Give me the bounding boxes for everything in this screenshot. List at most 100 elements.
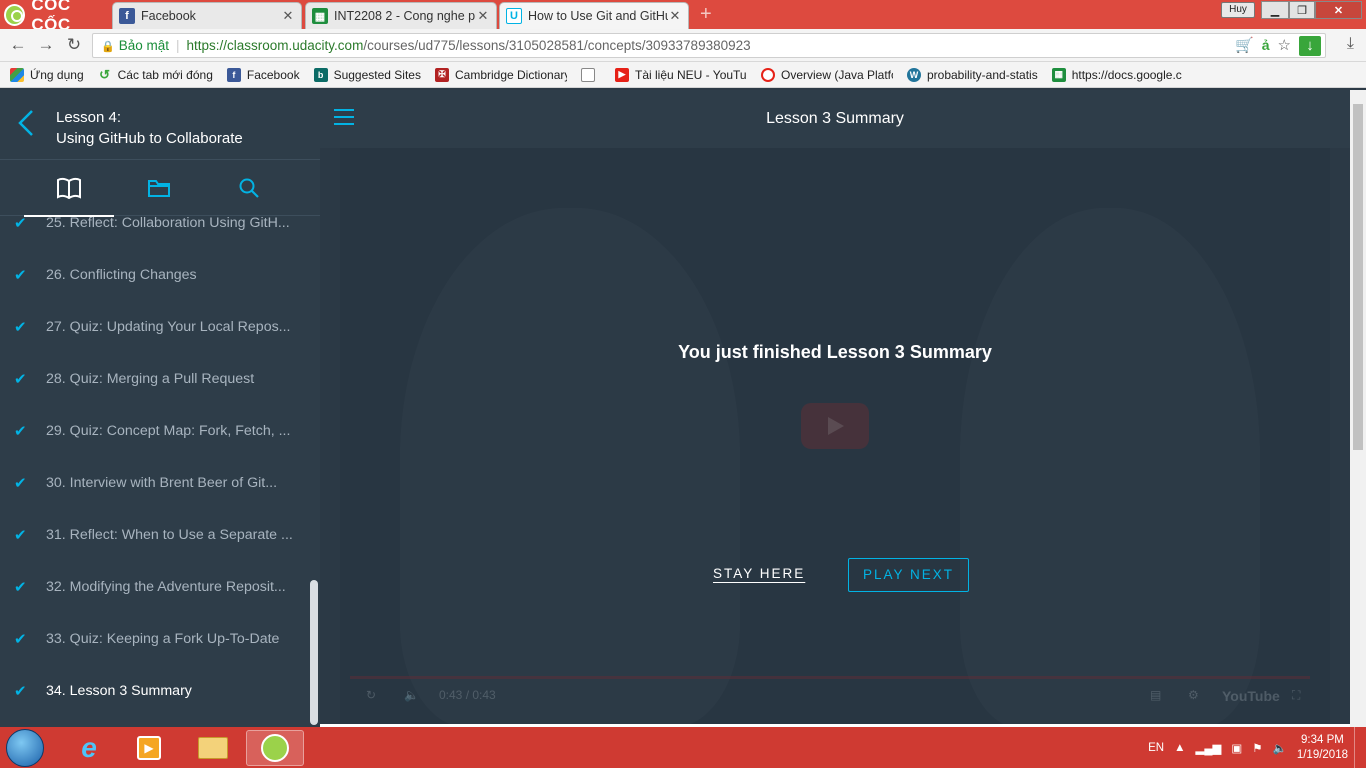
internet-explorer-icon: e xyxy=(81,732,97,763)
signal-icon[interactable]: ▂▄▆ xyxy=(1195,741,1221,755)
replay-icon[interactable]: ↻ xyxy=(366,688,376,702)
download-icon[interactable]: ↓ xyxy=(1299,35,1321,56)
tray-expand-icon[interactable]: ▲ xyxy=(1174,742,1185,754)
list-item[interactable]: ✔ 33. Quiz: Keeping a Fork Up-To-Date xyxy=(0,613,310,665)
forward-arrow-icon[interactable]: → xyxy=(35,35,57,55)
list-item[interactable]: ✔ 26. Conflicting Changes xyxy=(0,249,310,301)
show-desktop-button[interactable] xyxy=(1354,727,1366,768)
check-icon: ✔ xyxy=(14,631,27,648)
bookmark-youtube[interactable]: ▶Tài liệu NEU - YouTube xyxy=(614,67,747,82)
bookmark-oracle[interactable]: Overview (Java Platfo xyxy=(760,67,893,82)
finished-message: You just finished Lesson 3 Summary xyxy=(678,342,992,362)
bookmark-facebook[interactable]: f Facebook xyxy=(226,67,300,82)
clock[interactable]: 9:34 PM 1/19/2018 xyxy=(1297,733,1348,763)
clock-date: 1/19/2018 xyxy=(1296,748,1348,761)
secure-label: Bảo mật xyxy=(118,38,169,53)
tab-concepts[interactable] xyxy=(24,160,114,217)
youtube-logo[interactable]: YouTube xyxy=(1222,688,1280,704)
back-arrow-icon[interactable]: ← xyxy=(7,35,29,55)
bookmark-suggested-sites[interactable]: b Suggested Sites xyxy=(313,67,421,82)
lock-icon: 🔒 xyxy=(101,41,115,53)
classroom-main: Lesson 3 Summary You just finished Lesso… xyxy=(320,90,1350,727)
apps-icon xyxy=(10,67,24,82)
stay-here-button[interactable]: STAY HERE xyxy=(713,566,805,581)
menu-icon[interactable] xyxy=(334,109,354,125)
sidebar-scrollbar[interactable] xyxy=(310,580,318,725)
bookmarks-bar: Ứng dụng ↺ Các tab mới đóng f Facebook b Su… xyxy=(0,62,1366,88)
taskbar-explorer[interactable] xyxy=(184,730,242,766)
window-close-button[interactable]: ✕ xyxy=(1315,1,1362,19)
list-item[interactable]: ✔ 25. Reflect: Collaboration Using GitH..… xyxy=(0,217,310,249)
taskbar-coccoc[interactable] xyxy=(246,730,304,766)
page-scrollbar[interactable] xyxy=(1350,90,1366,727)
browser-logo[interactable]: CỐC CỐC xyxy=(0,0,112,34)
scrollbar-thumb[interactable] xyxy=(1353,104,1363,450)
video-progress-bar[interactable] xyxy=(350,676,1310,679)
list-item[interactable]: ✔ 28. Quiz: Merging a Pull Request xyxy=(0,353,310,405)
media-player-icon: ▶ xyxy=(137,736,161,760)
volume-icon[interactable]: 🔈 xyxy=(404,688,419,702)
language-indicator[interactable]: EN xyxy=(1148,742,1164,754)
search-icon xyxy=(239,178,259,198)
device-icon[interactable]: ▣ xyxy=(1231,741,1242,755)
windows-start-button[interactable] xyxy=(6,729,44,767)
bookmark-apps[interactable]: Ứng dụng xyxy=(10,67,84,82)
tab-resources[interactable] xyxy=(114,160,204,216)
close-icon[interactable]: ✕ xyxy=(281,8,295,24)
tab-title: INT2208 2 - Cong nghe ph xyxy=(334,9,476,23)
tab-udacity[interactable]: U How to Use Git and GitHu ✕ xyxy=(499,2,689,29)
flag-icon[interactable]: ⚑ xyxy=(1252,741,1262,755)
taskbar-media-player[interactable]: ▶ xyxy=(120,730,178,766)
bookmark-star-icon[interactable]: ☆ xyxy=(1278,34,1291,57)
bookmark-cambridge[interactable]: ✠ Cambridge Dictionary xyxy=(434,67,567,82)
tab-title: Facebook xyxy=(141,9,196,23)
check-icon: ✔ xyxy=(14,267,27,284)
close-icon[interactable]: ✕ xyxy=(476,8,490,24)
list-item[interactable]: ✔ 31. Reflect: When to Use a Separate ... xyxy=(0,509,310,561)
youtube-icon: ▶ xyxy=(614,67,629,82)
check-icon: ✔ xyxy=(14,527,27,544)
play-next-button[interactable]: PLAY NEXT xyxy=(848,558,969,592)
book-icon xyxy=(57,177,81,199)
fullscreen-icon[interactable]: ⛶ xyxy=(1292,688,1300,703)
page-icon xyxy=(580,67,595,82)
list-item[interactable]: ✔ 27. Quiz: Updating Your Local Repos... xyxy=(0,301,310,353)
back-chevron-icon[interactable] xyxy=(16,108,38,138)
list-item-current[interactable]: ✔ 34. Lesson 3 Summary xyxy=(0,665,310,717)
captions-icon[interactable]: ▤ xyxy=(1150,688,1161,702)
list-item[interactable]: ✔ 29. Quiz: Concept Map: Fork, Fetch, ... xyxy=(0,405,310,457)
bookmark-wordpress[interactable]: Wprobability-and-statis xyxy=(906,67,1038,82)
address-bar[interactable]: 🔒 Bảo mật | https://classroom.udacity.com/c… xyxy=(92,33,1326,58)
shopping-cart-icon[interactable]: 🛒 xyxy=(1235,34,1254,57)
reload-icon[interactable]: ↻ xyxy=(63,35,85,55)
taskbar-ie[interactable]: e xyxy=(60,730,118,766)
sheets-icon: ▦ xyxy=(1051,67,1066,82)
check-icon: ✔ xyxy=(14,371,27,388)
settings-gear-icon[interactable]: ⚙ xyxy=(1188,688,1199,702)
video-player[interactable]: You just finished Lesson 3 Summary STAY … xyxy=(320,148,1350,724)
downloads-icon[interactable]: ⤓ xyxy=(1347,35,1354,53)
vietnamese-input-icon[interactable]: ả xyxy=(1262,34,1270,57)
maximize-button[interactable]: ❐ xyxy=(1289,1,1315,19)
tab-sheets[interactable]: ▦ INT2208 2 - Cong nghe ph ✕ xyxy=(305,2,497,29)
check-icon: ✔ xyxy=(14,683,27,700)
speaker-icon[interactable]: 🔈 xyxy=(1273,741,1287,755)
tab-facebook[interactable]: f Facebook ✕ xyxy=(112,2,302,29)
sheets-icon: ▦ xyxy=(312,8,328,24)
list-item[interactable]: ✔ 30. Interview with Brent Beer of Git... xyxy=(0,457,310,509)
bookmark-recent-tabs[interactable]: ↺ Các tab mới đóng xyxy=(98,67,213,82)
user-profile-button[interactable]: Huy xyxy=(1221,2,1255,18)
list-item[interactable]: ✔ 32. Modifying the Adventure Reposit... xyxy=(0,561,310,613)
tab-title: How to Use Git and GitHu xyxy=(528,9,668,23)
close-icon[interactable]: ✕ xyxy=(668,8,682,24)
check-icon: ✔ xyxy=(14,475,27,492)
lesson-sidebar: Lesson 4: Using GitHub to Collaborate ✔ 2… xyxy=(0,90,320,727)
bookmark-page[interactable] xyxy=(580,67,601,82)
new-tab-button[interactable]: + xyxy=(700,4,712,24)
facebook-icon: f xyxy=(119,8,135,24)
minimize-button[interactable]: ▁ xyxy=(1261,1,1289,19)
concept-list: ✔ 25. Reflect: Collaboration Using GitH..… xyxy=(0,217,310,727)
video-time: 0:43 / 0:43 xyxy=(439,688,496,702)
tab-search[interactable] xyxy=(204,160,294,216)
bookmark-google-docs[interactable]: ▦ https://docs.google.c xyxy=(1051,67,1182,82)
